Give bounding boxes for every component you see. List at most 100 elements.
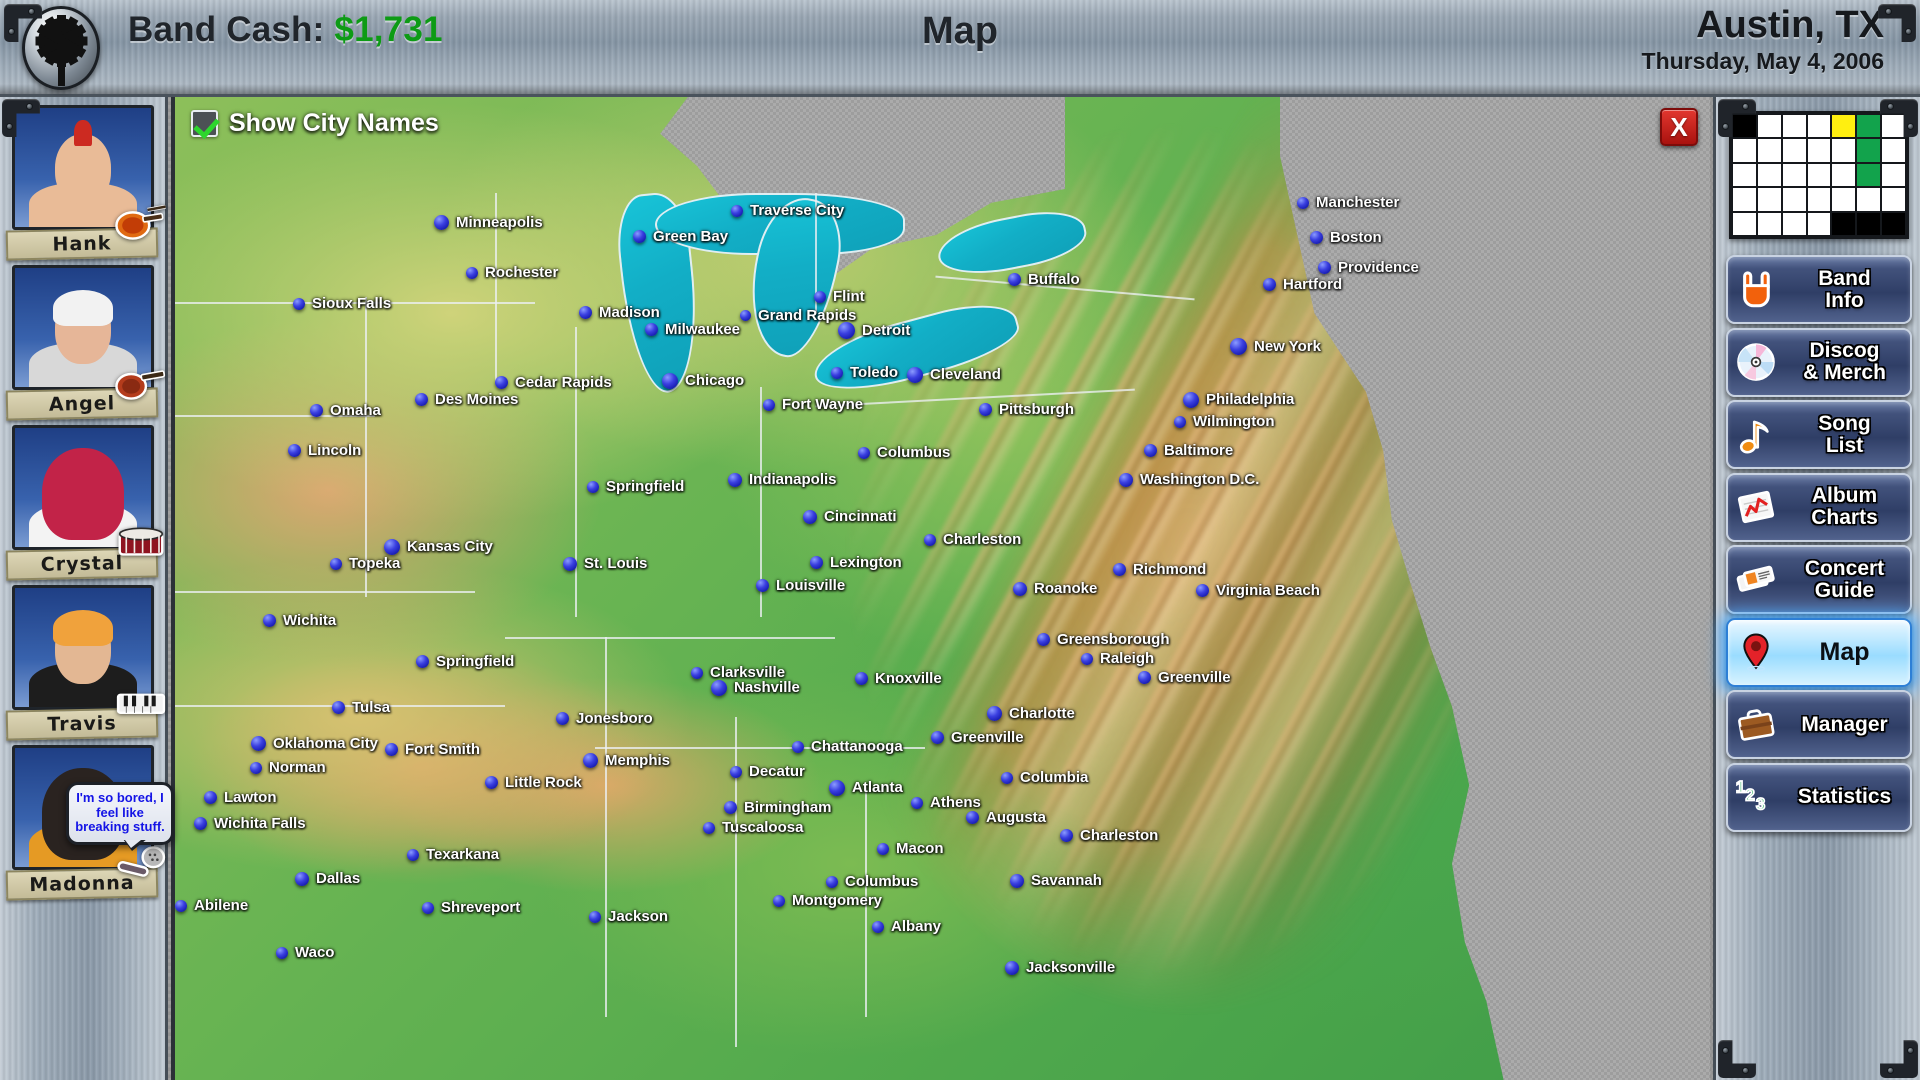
map-city-marker[interactable]: Greenville — [1138, 669, 1231, 686]
city-pin-icon[interactable] — [872, 920, 884, 933]
map-city-marker[interactable]: Oklahoma City — [251, 735, 378, 752]
calendar-day-cell[interactable] — [1781, 138, 1807, 163]
city-pin-icon[interactable] — [730, 765, 742, 778]
map-city-marker[interactable]: Springfield — [587, 478, 684, 495]
city-pin-icon[interactable] — [1138, 670, 1151, 684]
calendar-day-cell[interactable] — [1881, 138, 1906, 163]
city-pin-icon[interactable] — [1013, 581, 1027, 596]
city-pin-icon[interactable] — [1196, 583, 1209, 597]
city-pin-icon[interactable] — [295, 871, 309, 886]
calendar-day-cell[interactable] — [1781, 187, 1807, 212]
map-city-marker[interactable]: Texarkana — [407, 846, 499, 863]
map-city-marker[interactable]: Detroit — [838, 321, 910, 339]
calendar-day-cell[interactable] — [1856, 187, 1882, 212]
map-city-marker[interactable]: Green Bay — [633, 228, 728, 245]
map-city-marker[interactable]: Lawton — [204, 789, 277, 806]
map-city-marker[interactable]: Fort Wayne — [763, 396, 863, 413]
city-pin-icon[interactable] — [276, 946, 288, 959]
city-pin-icon[interactable] — [907, 366, 923, 383]
city-pin-icon[interactable] — [204, 790, 217, 804]
calendar-day-cell[interactable] — [1831, 187, 1857, 212]
city-pin-icon[interactable] — [589, 910, 601, 923]
map-viewport[interactable]: Show City Names X Minneapolis Traverse Ci… — [171, 97, 1710, 1080]
map-city-marker[interactable]: Memphis — [583, 752, 670, 769]
city-pin-icon[interactable] — [731, 204, 743, 217]
map-city-marker[interactable]: Hartford — [1263, 276, 1342, 293]
map-city-marker[interactable]: Louisville — [756, 577, 845, 594]
map-city-marker[interactable]: Nashville — [711, 679, 800, 696]
calendar-day-cell[interactable] — [1756, 187, 1782, 212]
city-pin-icon[interactable] — [415, 392, 428, 406]
map-city-marker[interactable]: Lexington — [810, 554, 902, 571]
city-pin-icon[interactable] — [645, 322, 658, 336]
map-city-marker[interactable]: Albany — [872, 918, 941, 935]
map-city-marker[interactable]: Macon — [877, 840, 944, 857]
map-city-marker[interactable]: Shreveport — [422, 899, 520, 916]
map-city-marker[interactable]: Knoxville — [855, 670, 942, 687]
map-city-marker[interactable]: Boston — [1310, 229, 1382, 246]
calendar-grid[interactable] — [1729, 111, 1909, 239]
map-city-marker[interactable]: Jonesboro — [556, 710, 653, 727]
city-pin-icon[interactable] — [703, 821, 715, 834]
map-city-marker[interactable]: Tuscaloosa — [703, 819, 803, 836]
city-pin-icon[interactable] — [826, 875, 838, 888]
map-city-marker[interactable]: Manchester — [1297, 194, 1399, 211]
city-pin-icon[interactable] — [384, 538, 400, 555]
calendar-day-cell[interactable] — [1806, 187, 1832, 212]
calendar-day-cell[interactable] — [1881, 114, 1906, 139]
band-member-card[interactable]: Travis — [5, 585, 165, 741]
calendar-day-cell[interactable] — [1831, 211, 1857, 236]
city-pin-icon[interactable] — [1010, 873, 1024, 888]
city-pin-icon[interactable] — [633, 229, 646, 243]
city-pin-icon[interactable] — [662, 372, 678, 389]
city-pin-icon[interactable] — [263, 613, 276, 627]
show-city-names-checkbox[interactable] — [191, 110, 218, 137]
city-pin-icon[interactable] — [838, 321, 855, 339]
calendar-day-cell[interactable] — [1806, 138, 1832, 163]
map-city-marker[interactable]: Richmond — [1113, 561, 1206, 578]
map-city-marker[interactable]: Kansas City — [384, 538, 493, 555]
map-city-marker[interactable]: Washington D.C. — [1119, 471, 1259, 488]
city-pin-icon[interactable] — [756, 578, 769, 592]
calendar-day-cell[interactable] — [1856, 211, 1882, 236]
map-city-marker[interactable]: Cleveland — [907, 366, 1001, 383]
city-pin-icon[interactable] — [858, 446, 870, 459]
city-pin-icon[interactable] — [587, 480, 599, 493]
map-city-marker[interactable]: Raleigh — [1081, 650, 1154, 667]
calendar-day-cell[interactable] — [1806, 162, 1832, 188]
city-pin-icon[interactable] — [288, 443, 301, 457]
map-city-marker[interactable]: Charleston — [1060, 827, 1158, 844]
city-pin-icon[interactable] — [194, 816, 207, 830]
map-city-marker[interactable]: Cedar Rapids — [495, 374, 612, 391]
city-pin-icon[interactable] — [1005, 960, 1019, 975]
city-pin-icon[interactable] — [434, 214, 449, 230]
city-pin-icon[interactable] — [979, 402, 992, 416]
map-city-marker[interactable]: Decatur — [730, 763, 805, 780]
map-city-marker[interactable]: Providence — [1318, 259, 1419, 276]
city-pin-icon[interactable] — [495, 375, 508, 389]
map-city-marker[interactable]: Pittsburgh — [979, 401, 1074, 418]
city-pin-icon[interactable] — [792, 740, 804, 753]
map-city-marker[interactable]: Chicago — [662, 372, 744, 389]
city-pin-icon[interactable] — [711, 679, 727, 696]
calendar-day-cell[interactable] — [1732, 138, 1757, 163]
map-city-marker[interactable]: Des Moines — [415, 391, 518, 408]
nav-button-album-charts[interactable]: Album Charts — [1726, 472, 1912, 542]
city-pin-icon[interactable] — [330, 557, 342, 570]
city-pin-icon[interactable] — [422, 901, 434, 914]
calendar-day-cell[interactable] — [1806, 114, 1832, 139]
map-city-marker[interactable]: Tulsa — [332, 699, 390, 716]
map-city-marker[interactable]: Flint — [814, 288, 865, 305]
city-pin-icon[interactable] — [810, 555, 823, 569]
city-pin-icon[interactable] — [931, 730, 944, 744]
calendar-day-cell[interactable] — [1756, 211, 1782, 236]
calendar-day-cell[interactable] — [1831, 114, 1857, 139]
calendar-day-cell[interactable] — [1732, 211, 1757, 236]
map-city-marker[interactable]: Rochester — [466, 264, 558, 281]
calendar-day-cell[interactable] — [1881, 187, 1906, 212]
calendar-day-cell[interactable] — [1732, 162, 1757, 188]
calendar-day-cell[interactable] — [1756, 138, 1782, 163]
calendar-day-cell[interactable] — [1881, 211, 1906, 236]
city-pin-icon[interactable] — [911, 796, 923, 809]
city-pin-icon[interactable] — [332, 700, 345, 714]
